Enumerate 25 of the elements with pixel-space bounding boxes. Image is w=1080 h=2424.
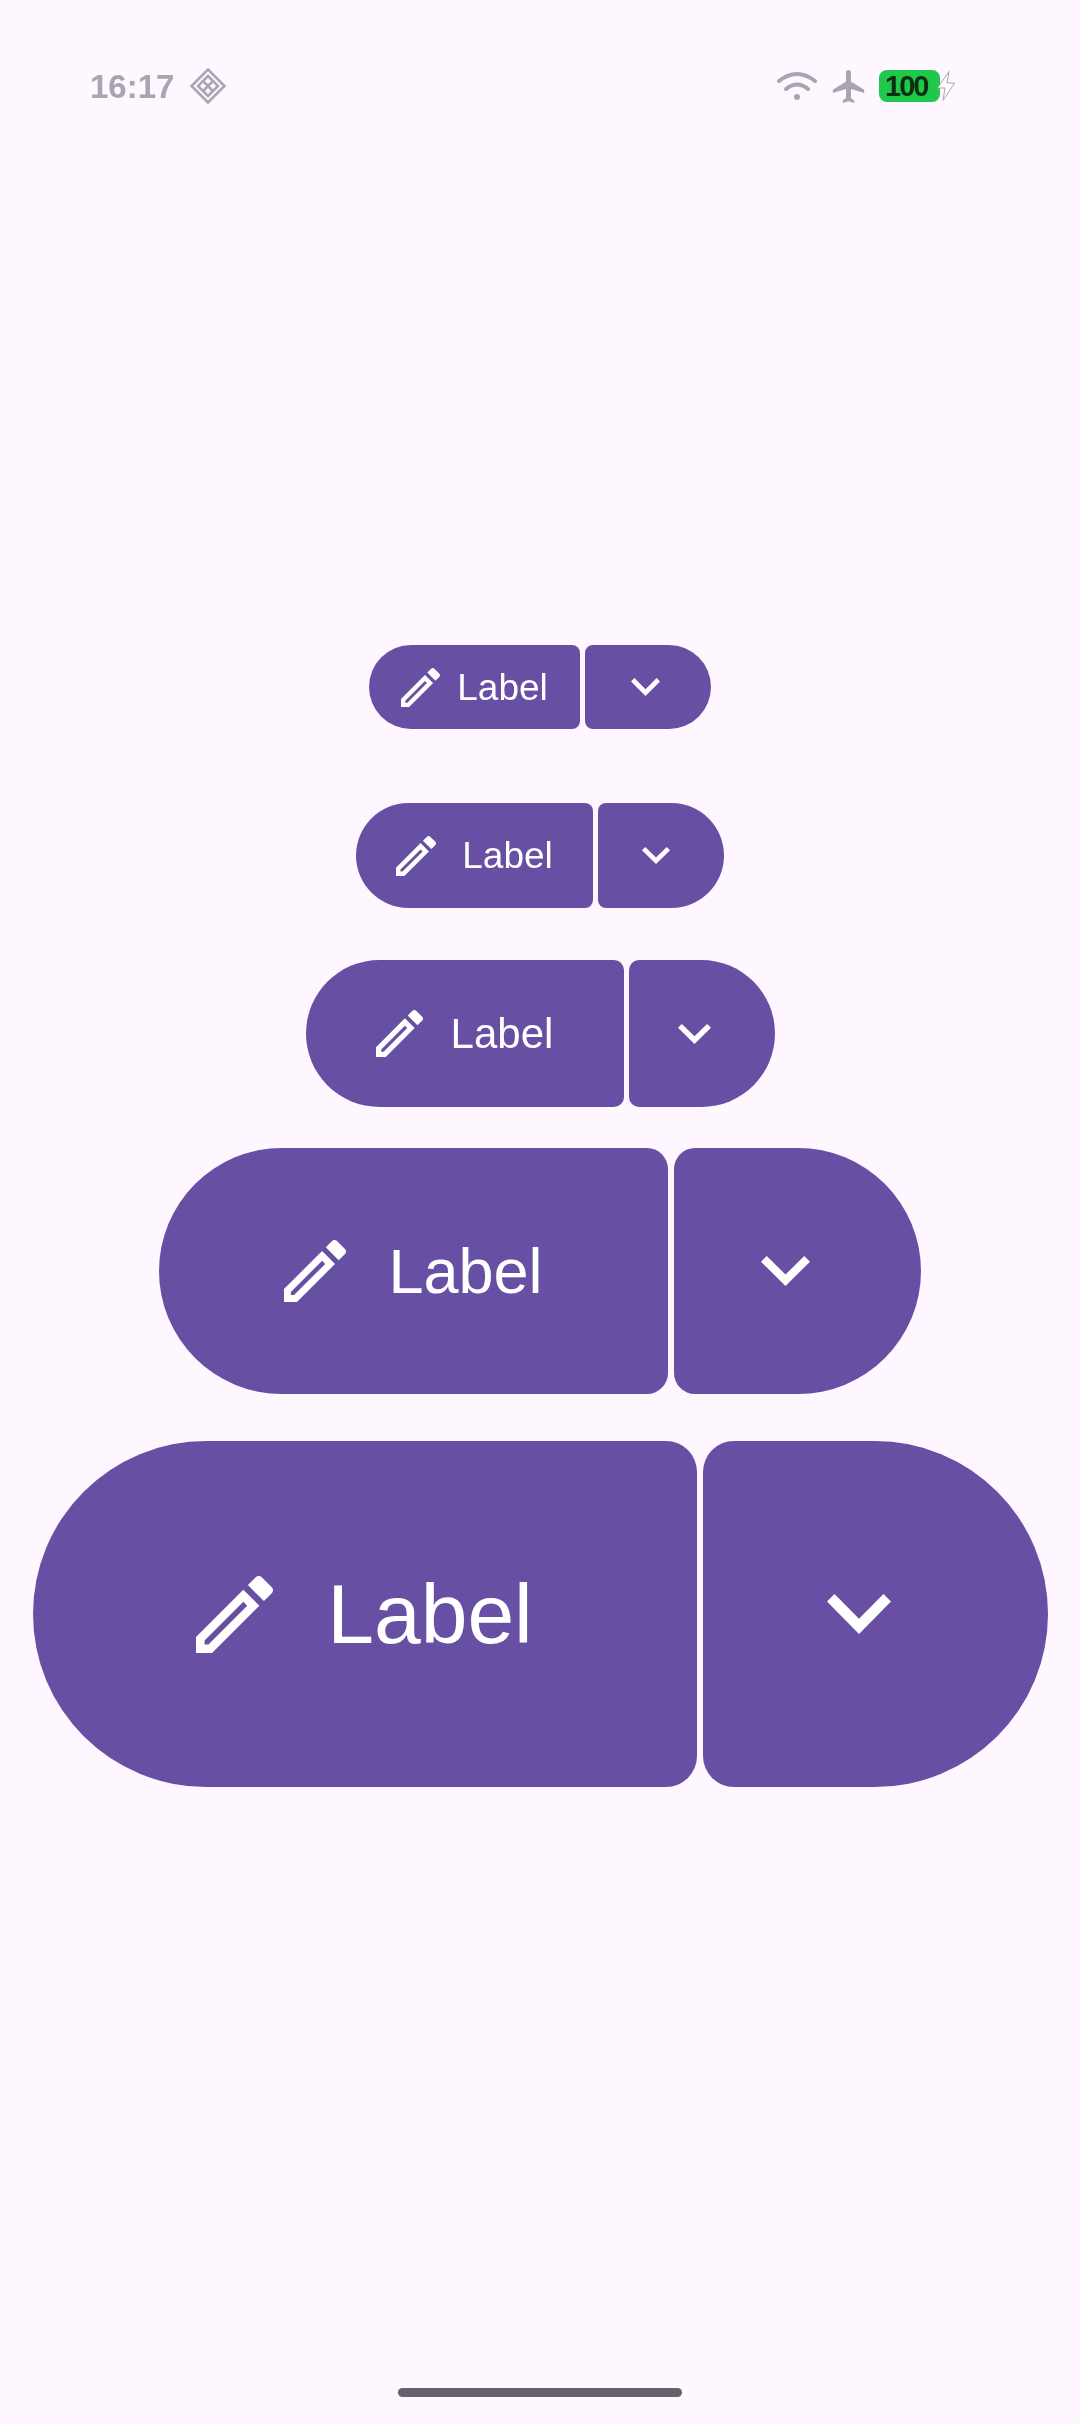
chevron-down-icon <box>761 1256 810 1286</box>
label-button[interactable]: Label <box>356 803 593 908</box>
label-button[interactable]: Label <box>305 960 624 1107</box>
chevron-down-icon <box>642 847 670 864</box>
pencil-icon <box>196 1575 274 1653</box>
label-button[interactable]: Label <box>32 1441 697 1787</box>
pencil-icon <box>284 1240 347 1302</box>
chevron-down-icon <box>630 678 660 696</box>
label-button[interactable]: Label <box>159 1148 668 1394</box>
status-time: 16:17 <box>90 69 175 103</box>
pencil-icon <box>375 1010 423 1057</box>
dropdown-button[interactable] <box>598 803 724 908</box>
wifi-icon <box>776 70 818 102</box>
dropdown-button[interactable] <box>628 960 775 1107</box>
battery-percent: 100 <box>885 71 928 101</box>
diamond-icon <box>190 68 227 104</box>
dropdown-button[interactable] <box>585 645 711 729</box>
pencil-icon <box>396 835 437 876</box>
chevron-down-icon <box>827 1594 891 1634</box>
label-button[interactable]: Label <box>369 645 580 729</box>
dropdown-button[interactable] <box>674 1148 921 1394</box>
airplane-icon <box>831 69 866 103</box>
chevron-down-icon <box>678 1023 711 1044</box>
dropdown-button[interactable] <box>702 1441 1048 1787</box>
pencil-icon <box>401 667 441 707</box>
